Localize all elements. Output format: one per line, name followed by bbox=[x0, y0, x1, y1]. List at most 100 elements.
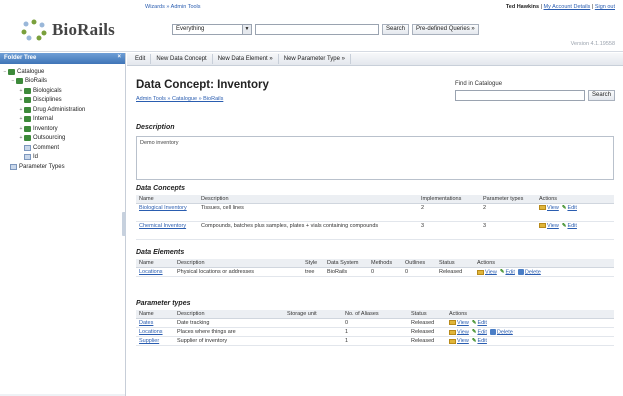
tree-item-comment[interactable]: Comment bbox=[0, 143, 125, 153]
parameter-type-name-link[interactable]: Locations bbox=[136, 327, 174, 338]
table-row: Locations Places where things are 1 Rele… bbox=[136, 327, 614, 338]
edit-icon[interactable]: ✎ bbox=[472, 320, 477, 326]
tree-item-drug-administration[interactable]: + Drug Administration bbox=[0, 105, 125, 115]
column-header: Actions bbox=[446, 310, 614, 319]
concept-name-link[interactable]: Chemical Inventory bbox=[136, 221, 198, 240]
tree-item-biologicals[interactable]: + Biologicals bbox=[0, 86, 125, 96]
tree-item-outsourcing[interactable]: + Outsourcing bbox=[0, 134, 125, 144]
view-icon[interactable] bbox=[449, 338, 456, 344]
new-data-element-button[interactable]: New Data Element » bbox=[213, 54, 279, 64]
column-header: No. of Aliases bbox=[342, 310, 408, 319]
sign-out-link[interactable]: Sign out bbox=[595, 4, 615, 10]
folder-icon bbox=[24, 87, 31, 94]
edit-icon[interactable]: ✎ bbox=[562, 223, 567, 229]
tree-item-inventory[interactable]: + Inventory bbox=[0, 124, 125, 134]
data-concepts-table: Name Description Implementations Paramet… bbox=[136, 195, 614, 240]
panel-splitter-handle[interactable] bbox=[122, 212, 126, 236]
folder-tree: − Catalogue − BioRails + Biologicals + Disci… bbox=[0, 64, 125, 394]
view-icon[interactable] bbox=[449, 320, 456, 326]
view-link[interactable]: View bbox=[457, 338, 469, 344]
view-icon[interactable] bbox=[539, 223, 546, 229]
column-header: Parameter types bbox=[480, 195, 536, 204]
parameter-type-name-link[interactable]: Dates bbox=[136, 318, 174, 328]
view-link[interactable]: View bbox=[485, 269, 497, 275]
parameter-type-name-link[interactable]: Supplier bbox=[136, 336, 174, 347]
folder-tree-title: Folder Tree bbox=[4, 55, 37, 61]
edit-icon[interactable]: ✎ bbox=[562, 205, 567, 211]
breadcrumb[interactable]: Admin Tools » Catalogue » BioRails bbox=[136, 96, 223, 102]
edit-link[interactable]: Edit bbox=[505, 269, 514, 275]
concept-name-link[interactable]: Biological Inventory bbox=[136, 203, 198, 222]
user-name: Ted Hawkins bbox=[505, 4, 540, 10]
tree-item-disciplines[interactable]: + Disciplines bbox=[0, 96, 125, 106]
edit-link[interactable]: Edit bbox=[477, 329, 486, 335]
column-header: Actions bbox=[536, 195, 614, 204]
search-input[interactable] bbox=[255, 24, 379, 35]
edit-icon[interactable]: ✎ bbox=[500, 269, 505, 275]
data-elements-table: Name Description Style Data System Metho… bbox=[136, 259, 614, 278]
edit-link[interactable]: Edit bbox=[477, 338, 486, 344]
column-header: Methods bbox=[368, 259, 402, 268]
table-row: Chemical Inventory Compounds, batches pl… bbox=[136, 221, 614, 240]
top-nav-links[interactable]: Wizards » Admin Tools bbox=[145, 4, 201, 10]
view-link[interactable]: View bbox=[547, 223, 559, 229]
tree-item-biorails[interactable]: − BioRails bbox=[0, 77, 125, 87]
delete-icon[interactable] bbox=[489, 329, 496, 335]
find-label: Find in Catalogue bbox=[455, 81, 503, 87]
edit-button[interactable]: Edit bbox=[130, 54, 152, 64]
edit-icon[interactable]: ✎ bbox=[472, 338, 477, 344]
description-box: Demo inventory bbox=[136, 136, 614, 180]
find-in-catalogue-input[interactable] bbox=[455, 90, 585, 101]
account-details-link[interactable]: My Account Details bbox=[544, 4, 591, 10]
column-header: Name bbox=[136, 195, 198, 204]
tree-item-id[interactable]: Id bbox=[0, 153, 125, 163]
collapse-icon[interactable]: × bbox=[117, 54, 121, 60]
user-links: Ted Hawkins | My Account Details | Sign … bbox=[505, 4, 615, 10]
table-row: Dates Date tracking 0 Released View ✎Edit bbox=[136, 318, 614, 328]
column-header: Outlines bbox=[402, 259, 436, 268]
edit-link[interactable]: Edit bbox=[477, 320, 486, 326]
edit-icon[interactable]: ✎ bbox=[472, 329, 477, 335]
folder-icon bbox=[8, 68, 15, 75]
predefined-queries-button[interactable]: Pre-defined Queries » bbox=[412, 24, 479, 35]
tree-item-parameter-types[interactable]: Parameter Types bbox=[0, 162, 125, 172]
table-row: Supplier Supplier of inventory 1 Release… bbox=[136, 336, 614, 347]
data-elements-heading: Data Elements bbox=[136, 249, 185, 256]
column-header: Implementations bbox=[418, 195, 480, 204]
new-data-concept-button[interactable]: New Data Concept bbox=[151, 54, 213, 64]
column-header: Name bbox=[136, 310, 174, 319]
biorails-logo[interactable]: BioRails bbox=[20, 19, 115, 41]
delete-icon[interactable] bbox=[517, 269, 524, 275]
search-button[interactable]: Search bbox=[382, 24, 410, 35]
view-icon[interactable] bbox=[449, 329, 456, 335]
parameter-types-table: Name Description Storage unit No. of Ali… bbox=[136, 310, 614, 347]
view-icon[interactable] bbox=[477, 269, 484, 275]
find-search-button[interactable]: Search bbox=[588, 90, 616, 101]
main-content: Data Concept: Inventory Admin Tools » Ca… bbox=[127, 67, 623, 396]
parameter-types-heading: Parameter types bbox=[136, 300, 191, 307]
search-scope-select[interactable]: Everything ▼ bbox=[172, 24, 252, 35]
view-link[interactable]: View bbox=[457, 329, 469, 335]
tree-item-internal[interactable]: + Internal bbox=[0, 115, 125, 125]
description-text: Demo inventory bbox=[140, 140, 179, 146]
delete-link[interactable]: Delete bbox=[497, 329, 513, 335]
tree-item-catalogue[interactable]: − Catalogue bbox=[0, 67, 125, 77]
edit-link[interactable]: Edit bbox=[567, 223, 576, 229]
parameter-type-icon bbox=[24, 144, 31, 151]
view-link[interactable]: View bbox=[457, 320, 469, 326]
column-header: Data System bbox=[324, 259, 368, 268]
column-header: Description bbox=[174, 259, 302, 268]
column-header: Style bbox=[302, 259, 324, 268]
global-search: Everything ▼ Search Pre-defined Queries … bbox=[172, 24, 479, 35]
folder-icon bbox=[24, 125, 31, 132]
new-parameter-type-button[interactable]: New Parameter Type » bbox=[279, 54, 351, 64]
logo-text: BioRails bbox=[52, 20, 116, 39]
edit-link[interactable]: Edit bbox=[567, 205, 576, 211]
element-name-link[interactable]: Locations bbox=[136, 267, 174, 278]
view-icon[interactable] bbox=[539, 205, 546, 211]
column-header: Status bbox=[436, 259, 474, 268]
view-link[interactable]: View bbox=[547, 205, 559, 211]
data-concepts-heading: Data Concepts bbox=[136, 185, 186, 192]
delete-link[interactable]: Delete bbox=[525, 269, 541, 275]
column-header: Description bbox=[198, 195, 418, 204]
